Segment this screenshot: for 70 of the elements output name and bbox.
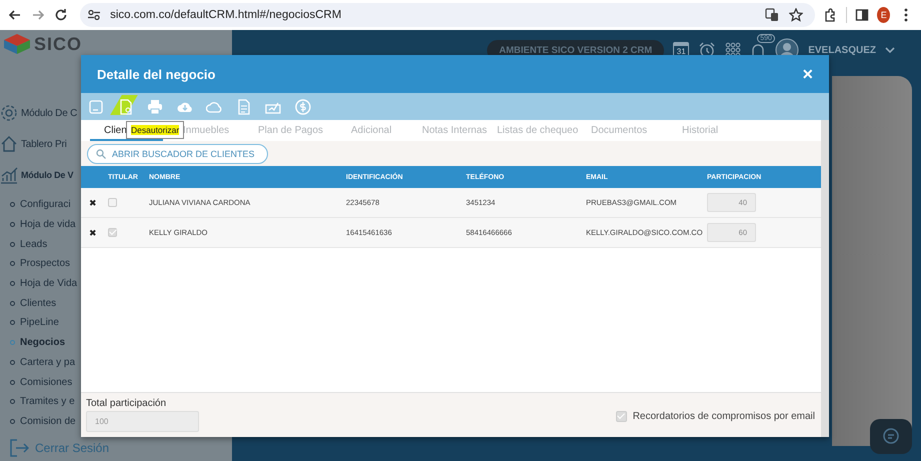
cube-logo-icon bbox=[4, 34, 30, 54]
chat-icon[interactable] bbox=[882, 428, 900, 446]
bullet-icon bbox=[10, 261, 15, 266]
menu-section[interactable]: Módulo De V bbox=[21, 170, 74, 180]
chat-button[interactable] bbox=[870, 419, 912, 454]
dialog-title: Detalle del negocio bbox=[97, 66, 216, 82]
menu-item[interactable]: Configuraci bbox=[20, 199, 71, 210]
menu-item[interactable]: Leads bbox=[20, 238, 48, 250]
chart-icon bbox=[0, 166, 18, 184]
tab[interactable]: Inmuebles bbox=[183, 120, 258, 141]
open-client-search-button[interactable]: ABRIR BUSCADOR DE CLIENTES bbox=[87, 144, 268, 164]
address-bar[interactable]: sico.com.co/defaultCRM.html#/negociosCRM bbox=[80, 3, 816, 27]
tab[interactable]: Historial bbox=[682, 120, 718, 141]
search-icon bbox=[96, 148, 106, 158]
close-button[interactable]: × bbox=[802, 65, 813, 83]
apps-grid-icon[interactable] bbox=[725, 42, 742, 58]
remove-button[interactable]: ✖ bbox=[89, 228, 108, 238]
menu-item[interactable]: Comision de bbox=[20, 416, 76, 427]
translate-icon[interactable] bbox=[765, 8, 780, 22]
tab[interactable]: Plan de Pagos bbox=[258, 120, 351, 141]
tab[interactable]: Adicional bbox=[351, 120, 422, 141]
remove-button[interactable]: ✖ bbox=[89, 198, 108, 208]
profile-avatar[interactable]: E bbox=[877, 7, 890, 23]
menu-item[interactable]: Tramites y e bbox=[20, 396, 75, 408]
tab[interactable]: Notas Internas bbox=[422, 120, 497, 141]
menu-item[interactable]: Comisiones bbox=[20, 376, 72, 388]
bullet-icon bbox=[10, 399, 15, 404]
menu-item[interactable]: Hoja de Vida bbox=[20, 278, 78, 290]
url-text: sico.com.co/defaultCRM.html#/negociosCRM bbox=[110, 9, 342, 21]
checkbox[interactable] bbox=[108, 228, 117, 237]
chevron-down-icon[interactable] bbox=[885, 46, 895, 54]
bullet-icon bbox=[10, 300, 15, 306]
bullet-icon bbox=[10, 340, 15, 346]
bullet-icon bbox=[10, 202, 15, 208]
home-icon bbox=[0, 135, 18, 153]
logout-icon[interactable] bbox=[9, 439, 29, 458]
scrollbar[interactable] bbox=[821, 120, 829, 437]
tab[interactable]: Documentos bbox=[591, 120, 682, 141]
bullet-icon bbox=[10, 380, 15, 385]
checkbox[interactable] bbox=[616, 410, 627, 422]
tooltip: Desautorizar bbox=[126, 121, 184, 139]
reminders-label: Recordatorios de compromisos por email bbox=[632, 410, 815, 422]
bullet-icon bbox=[10, 222, 15, 228]
file-icon[interactable] bbox=[236, 98, 252, 114]
gear-icon bbox=[0, 104, 18, 122]
document-icon[interactable] bbox=[118, 98, 134, 114]
menu-item[interactable]: PipeLine bbox=[20, 317, 59, 328]
menu-item[interactable]: Cartera y pa bbox=[20, 356, 76, 368]
menu-section[interactable]: Módulo De C bbox=[21, 108, 78, 118]
checkbox[interactable] bbox=[108, 198, 117, 207]
menu-item[interactable]: Prospectos bbox=[20, 258, 70, 270]
dollar-icon[interactable] bbox=[294, 98, 310, 114]
bullet-icon bbox=[10, 418, 15, 424]
user-name[interactable]: EVELASQUEZ bbox=[808, 44, 876, 56]
tab[interactable]: Listas de chequeo bbox=[497, 120, 591, 141]
site-info-icon[interactable] bbox=[88, 10, 100, 20]
sticky-note-icon[interactable] bbox=[88, 98, 104, 114]
menu-section[interactable]: Tablero Pri bbox=[21, 138, 67, 150]
star-icon[interactable] bbox=[789, 8, 804, 22]
bullet-icon bbox=[10, 320, 15, 326]
total-label: Total participación bbox=[86, 398, 168, 409]
bullet-icon bbox=[10, 281, 15, 286]
bullet-icon bbox=[10, 242, 15, 247]
printer-icon[interactable] bbox=[147, 98, 163, 114]
total-field: 100 bbox=[86, 411, 199, 432]
logo-text: SICO bbox=[34, 34, 82, 54]
bullet-icon bbox=[10, 360, 15, 365]
menu-item[interactable]: Clientes bbox=[20, 298, 56, 309]
menu-item[interactable]: Hoja de vida bbox=[20, 219, 76, 230]
menu-item[interactable]: Negocios bbox=[20, 337, 66, 348]
